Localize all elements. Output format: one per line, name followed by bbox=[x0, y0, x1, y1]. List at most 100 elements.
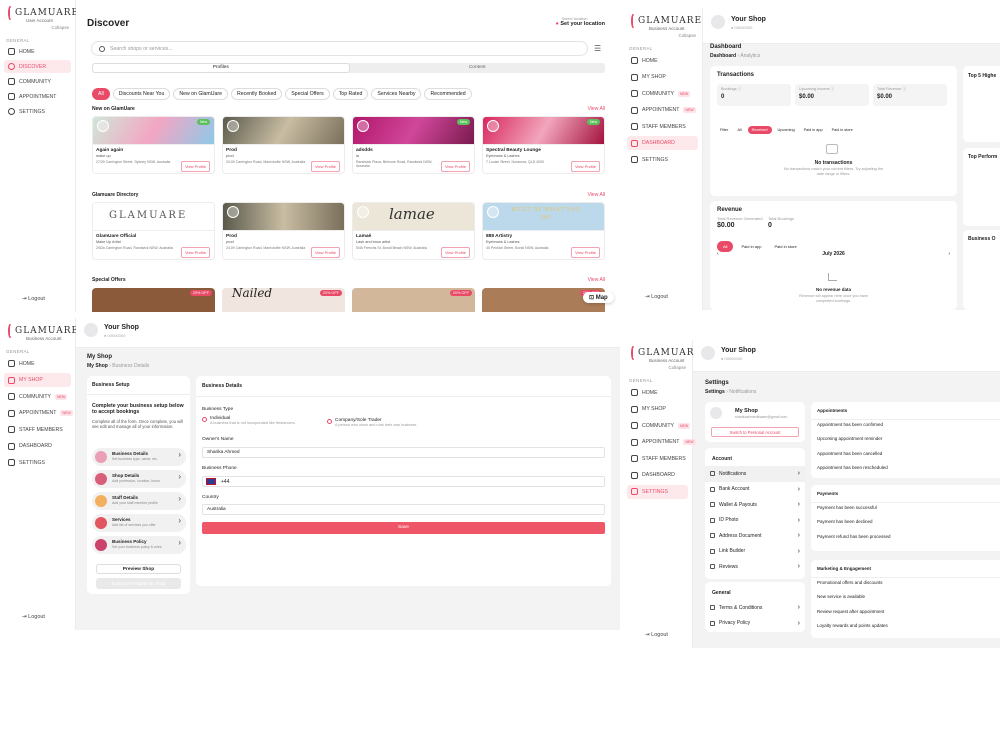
offer-card[interactable]: 20% OFF bbox=[92, 288, 215, 312]
prev-month-icon[interactable]: ‹ bbox=[717, 251, 719, 257]
menu-item-terms-conditions[interactable]: Terms & Conditions › bbox=[705, 600, 805, 616]
menu-item-id-photo[interactable]: ID Photo › bbox=[705, 513, 805, 529]
offer-card[interactable]: 20% OFF bbox=[352, 288, 475, 312]
menu-item-notifications[interactable]: Notifications › bbox=[705, 466, 805, 482]
collapse-button[interactable]: Collapse bbox=[0, 25, 75, 30]
nav-my-shop[interactable]: MY SHOP bbox=[627, 70, 698, 84]
shop-card[interactable]: New Spectral Beauty Lounge Eyebrows & Lash… bbox=[482, 116, 605, 174]
chip-offers[interactable]: Special Offers bbox=[285, 88, 330, 100]
tx-filter[interactable]: Paid in store bbox=[828, 127, 856, 133]
setup-step[interactable]: Shop Details Add profession, location, ho… bbox=[92, 470, 186, 488]
notification-toggle-row[interactable]: Upcoming appointment reminder bbox=[817, 436, 882, 441]
nav-dashboard[interactable]: DASHBOARD bbox=[627, 136, 698, 150]
menu-item-bank-account[interactable]: Bank Account › bbox=[705, 482, 805, 498]
menu-item-wallet-payouts[interactable]: Wallet & Payouts › bbox=[705, 497, 805, 513]
notification-toggle-row[interactable]: Appointment has been rescheduled bbox=[817, 465, 888, 470]
view-profile-button[interactable]: View Profile bbox=[440, 247, 470, 258]
nav-home[interactable]: HOME bbox=[4, 357, 71, 371]
menu-item-link-builder[interactable]: Link Builder › bbox=[705, 544, 805, 560]
rev-filter-store[interactable]: Paid in store bbox=[769, 242, 802, 251]
nav-settings[interactable]: SETTINGS bbox=[4, 105, 71, 118]
tx-filter[interactable]: Paid in app bbox=[800, 127, 826, 133]
nav-settings[interactable]: SETTINGS bbox=[4, 456, 71, 470]
publish-button[interactable]: Submit and Publish My Shop bbox=[96, 578, 181, 589]
shop-card[interactable]: Prod prod 2/109 Carrington Road, Marrickvi… bbox=[222, 202, 345, 260]
filter-icon[interactable]: ☰ bbox=[594, 44, 601, 53]
country-select[interactable]: Australia bbox=[202, 504, 605, 515]
shop-card[interactable]: New adsdds la Randwick Plaza, Belmore Road,… bbox=[352, 116, 475, 174]
chip-recent[interactable]: Recently Booked bbox=[231, 88, 283, 100]
notification-toggle-row[interactable]: Payment refund has been processed bbox=[817, 534, 891, 539]
chip-services-nearby[interactable]: Services Nearby bbox=[371, 88, 422, 100]
nav-staff-members[interactable]: STAFF MEMBERS bbox=[627, 120, 698, 134]
nav-home[interactable]: HOME bbox=[627, 386, 688, 400]
menu-item-privacy-policy[interactable]: Privacy Policy › bbox=[705, 616, 805, 632]
view-profile-button[interactable]: View Profile bbox=[180, 161, 210, 172]
view-profile-button[interactable]: View Profile bbox=[310, 247, 340, 258]
notification-toggle-row[interactable]: Payment has been declined bbox=[817, 519, 873, 524]
preview-shop-button[interactable]: Preview Shop bbox=[96, 564, 181, 574]
nav-my-shop[interactable]: MY SHOP bbox=[4, 373, 71, 387]
map-button[interactable]: ⊡ Map bbox=[583, 292, 614, 303]
radio-individual[interactable]: Individual A business that is not incorpo… bbox=[202, 416, 296, 425]
save-button[interactable]: Save bbox=[202, 522, 605, 534]
owner-name-input[interactable]: Sharika Ahmed bbox=[202, 447, 605, 458]
nav-home[interactable]: HOME bbox=[4, 45, 71, 58]
notification-toggle-row[interactable]: Appointment has been cancelled bbox=[817, 451, 882, 456]
breadcrumb[interactable]: Settings bbox=[705, 389, 725, 395]
nav-community[interactable]: COMMUNITY NEW bbox=[627, 419, 691, 433]
tx-filter[interactable]: Filter bbox=[717, 127, 732, 133]
nav-settings[interactable]: SETTINGS bbox=[627, 484, 688, 499]
view-profile-button[interactable]: View Profile bbox=[310, 161, 340, 172]
shop-card[interactable]: New Again again make up 27/29 Carrington St… bbox=[92, 116, 215, 174]
nav-appointment[interactable]: APPOINTMENT NEW bbox=[627, 103, 698, 117]
notification-toggle-row[interactable]: Review request after appointment bbox=[817, 609, 884, 614]
view-profile-button[interactable]: View Profile bbox=[570, 247, 600, 258]
setup-step[interactable]: Staff Details Add your staff member profi… bbox=[92, 492, 186, 510]
nav-settings[interactable]: SETTINGS bbox=[627, 153, 698, 167]
shop-card[interactable]: BUILT BY WHAT YOU DO 888 Artistry Eyebrows… bbox=[482, 202, 605, 260]
chip-discounts[interactable]: Discounts Near You bbox=[112, 88, 171, 100]
notification-toggle-row[interactable]: New service is available bbox=[817, 594, 865, 599]
nav-discover[interactable]: DISCOVER bbox=[4, 60, 71, 73]
view-profile-button[interactable]: View Profile bbox=[440, 161, 470, 172]
phone-input[interactable]: +44 bbox=[202, 476, 605, 487]
tx-filter[interactable]: Received bbox=[747, 126, 772, 134]
nav-community[interactable]: COMMUNITY NEW bbox=[4, 390, 71, 404]
menu-item-reviews[interactable]: Reviews › bbox=[705, 559, 805, 575]
nav-community[interactable]: COMMUNITY bbox=[4, 75, 71, 88]
search-bar[interactable]: Search shops or services... bbox=[91, 41, 588, 56]
chip-all[interactable]: All bbox=[92, 88, 110, 100]
nav-dashboard[interactable]: DASHBOARD bbox=[4, 439, 71, 453]
location-picker[interactable]: Select location ● Set your location bbox=[556, 16, 605, 27]
breadcrumb[interactable]: Dashboard bbox=[710, 53, 736, 59]
logout-button[interactable]: ⇥ Logout bbox=[22, 614, 45, 620]
notification-toggle-row[interactable]: Payment has been successful bbox=[817, 505, 877, 510]
tx-filter[interactable]: All bbox=[734, 127, 745, 133]
collapse-button[interactable]: Collapse bbox=[623, 33, 702, 38]
view-all-link[interactable]: View All bbox=[588, 106, 605, 112]
setup-step[interactable]: Business Policy Set your business policy … bbox=[92, 536, 186, 554]
notification-toggle-row[interactable]: Promotional offers and discounts bbox=[817, 580, 882, 585]
tab-content[interactable]: Content bbox=[350, 63, 606, 73]
breadcrumb[interactable]: My Shop bbox=[87, 363, 108, 369]
nav-appointment[interactable]: APPOINTMENT NEW bbox=[627, 435, 696, 449]
nav-staff-members[interactable]: STAFF MEMBERS bbox=[4, 423, 71, 437]
notification-toggle-row[interactable]: Loyalty rewards and points updates bbox=[817, 623, 888, 628]
tx-filter[interactable]: Upcoming bbox=[774, 127, 798, 133]
chip-new[interactable]: New on GlamUare bbox=[173, 88, 228, 100]
collapse-button[interactable]: Collapse bbox=[623, 365, 692, 370]
chip-top-rated[interactable]: Top Rated bbox=[332, 88, 369, 100]
nav-dashboard[interactable]: DASHBOARD bbox=[627, 468, 688, 482]
setup-step[interactable]: Services Add list of services you offer › bbox=[92, 514, 186, 532]
nav-home[interactable]: HOME bbox=[627, 54, 698, 68]
search-input[interactable]: Search shops or services... bbox=[110, 46, 173, 52]
logout-button[interactable]: ⇥ Logout bbox=[645, 294, 668, 300]
view-all-link[interactable]: View All bbox=[588, 277, 605, 283]
view-all-link[interactable]: View All bbox=[588, 192, 605, 198]
view-profile-button[interactable]: View Profile bbox=[570, 161, 600, 172]
nav-appointment[interactable]: APPOINTMENT NEW bbox=[4, 406, 73, 420]
shop-card[interactable]: lamae Lamaé Lash and brow artist 5/46 Frenc… bbox=[352, 202, 475, 260]
chip-recommended[interactable]: Recommended bbox=[424, 88, 472, 100]
rev-filter-app[interactable]: Paid in app bbox=[736, 242, 767, 251]
